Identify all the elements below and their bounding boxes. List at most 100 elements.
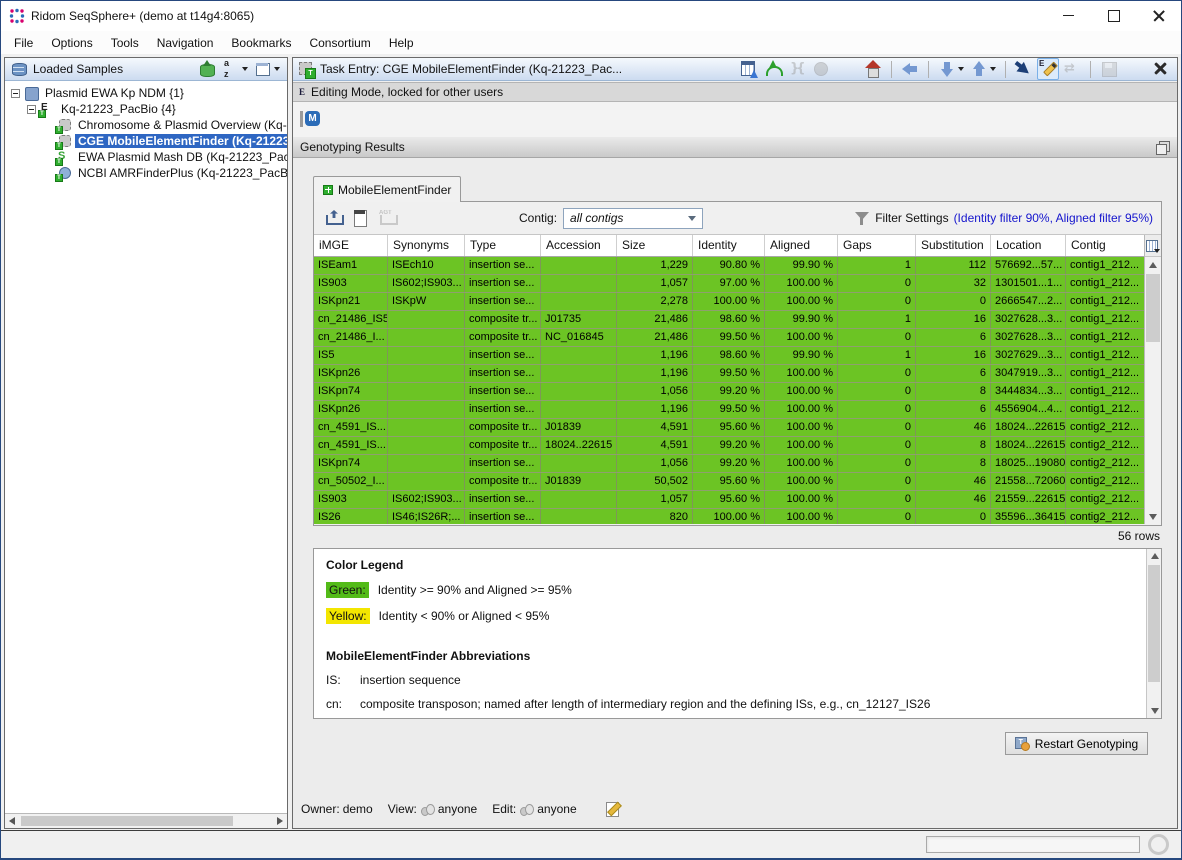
table-cell [388,311,465,328]
scroll-up-icon[interactable] [1145,258,1161,273]
table-row[interactable]: ISKpn26insertion se...1,19699.50 %100.00… [314,401,1144,419]
tree-horizontal-scrollbar[interactable] [5,813,287,828]
menu-tools[interactable]: Tools [102,34,148,52]
restart-genotyping-label: Restart Genotyping [1035,737,1138,751]
legend-vertical-scrollbar[interactable] [1146,549,1161,718]
minimize-button[interactable] [1046,1,1091,30]
sort-az-icon[interactable] [220,58,250,80]
down-arrow-icon[interactable] [936,58,966,80]
table-cell: 0 [916,509,991,524]
tree-item[interactable]: Plasmid EWA Kp NDM {1} [5,85,287,101]
edit-permissions-icon[interactable] [604,800,622,818]
table-cell: J01839 [541,419,617,436]
table-row[interactable]: ISKpn74insertion se...1,05699.20 %100.00… [314,455,1144,473]
home-icon[interactable] [862,58,884,80]
column-header-substitution[interactable]: Substitution [916,235,991,256]
column-header-imge[interactable]: iMGE [314,235,388,256]
goto-icon[interactable] [1013,58,1035,80]
filter-settings-label[interactable]: Filter Settings [875,211,948,225]
table-cell: composite tr... [465,437,541,454]
table-row[interactable]: cn_21486_I...composite tr...NC_01684521,… [314,329,1144,347]
filter-icon[interactable] [854,210,870,226]
export-icon[interactable] [322,207,344,229]
tree-item[interactable]: TChromosome & Plasmid Overview (Kq-2122 [5,117,287,133]
scroll-down-icon[interactable] [1145,509,1161,524]
table-cell: J01839 [541,473,617,490]
tree-item[interactable]: STEWA Plasmid Mash DB (Kq-21223_PacBio) [5,149,287,165]
column-chooser-button[interactable] [1145,235,1161,257]
progress-bar [926,836,1140,853]
dropdown-caret-icon[interactable] [990,67,996,71]
column-header-aligned[interactable]: Aligned [765,235,838,256]
maximize-button[interactable] [1091,1,1136,30]
menu-help[interactable]: Help [380,34,423,52]
table-cell: 576692...57... [991,257,1066,274]
table-vertical-scrollbar[interactable] [1144,235,1161,524]
legend-green-row: Green: Identity >= 90% and Aligned >= 95… [326,582,1149,598]
restart-genotyping-button[interactable]: Restart Genotyping [1005,732,1148,755]
column-header-identity[interactable]: Identity [693,235,765,256]
edit-mode-icon[interactable]: E [1037,58,1059,80]
menu-file[interactable]: File [5,34,42,52]
table-row[interactable]: IS26IS46;IS26R;...insertion se...820100.… [314,509,1144,524]
menu-bookmarks[interactable]: Bookmarks [222,34,300,52]
scroll-left-icon[interactable] [9,817,15,825]
column-header-synonyms[interactable]: Synonyms [388,235,465,256]
menu-navigation[interactable]: Navigation [148,34,223,52]
menu-options[interactable]: Options [42,34,101,52]
column-header-location[interactable]: Location [991,235,1066,256]
table-row[interactable]: cn_50502_I...composite tr...J0183950,502… [314,473,1144,491]
tree-item[interactable]: ETKq-21223_PacBio {4} [5,101,287,117]
back-icon[interactable] [899,58,921,80]
table-cell: 16 [916,347,991,364]
tree-item[interactable]: TCGE MobileElementFinder (Kq-21223 [5,133,287,149]
table-row[interactable]: cn_4591_IS...composite tr...J018394,5919… [314,419,1144,437]
filter-settings-link[interactable]: (Identity filter 90%, Aligned filter 95%… [954,211,1153,225]
table-row[interactable]: IS903IS602;IS903...insertion se...1,0579… [314,491,1144,509]
table-row[interactable]: IS5insertion se...1,19698.60 %99.90 %116… [314,347,1144,365]
detach-panel-icon[interactable] [1154,139,1170,155]
scroll-thumb[interactable] [21,816,233,826]
scroll-right-icon[interactable] [277,817,283,825]
tree-item[interactable]: TNCBI AMRFinderPlus (Kq-21223_PacBio) [5,165,287,181]
table-cell [388,401,465,418]
table-row[interactable]: ISEam1ISEch10insertion se...1,22990.80 %… [314,257,1144,275]
table-cell: 100.00 % [765,383,838,400]
table-row[interactable]: ISKpn74insertion se...1,05699.20 %100.00… [314,383,1144,401]
contig-select[interactable]: all contigs [563,208,703,229]
scroll-up-icon[interactable] [1147,549,1161,564]
menu-consortium[interactable]: Consortium [300,34,379,52]
scroll-thumb[interactable] [1148,565,1160,682]
tree-expander-icon[interactable] [27,105,36,114]
column-header-gaps[interactable]: Gaps [838,235,916,256]
scroll-down-icon[interactable] [1147,703,1161,718]
column-header-accession[interactable]: Accession [541,235,617,256]
close-button[interactable] [1136,1,1181,30]
rows-count: 56 rows [313,529,1162,543]
table-row[interactable]: IS903IS602;IS903...insertion se...1,0579… [314,275,1144,293]
scroll-thumb[interactable] [1146,274,1160,342]
collapse-all-icon[interactable] [252,58,282,80]
table-row[interactable]: cn_4591_IS...composite tr...18024..22615… [314,437,1144,455]
tree-expander-icon[interactable] [11,89,20,98]
tab-mobileelementfinder[interactable]: MobileElementFinder [313,176,461,202]
up-arrow-icon[interactable] [968,58,998,80]
close-icon[interactable] [1150,58,1172,80]
dropdown-caret-icon[interactable] [958,67,964,71]
column-header-contig[interactable]: Contig [1066,235,1146,256]
table-cell: 4556904...4... [991,401,1066,418]
export-table-icon[interactable] [738,58,760,80]
column-header-size[interactable]: Size [617,235,693,256]
dropdown-caret-icon[interactable] [242,67,248,71]
column-header-type[interactable]: Type [465,235,541,256]
table-row[interactable]: ISKpn21ISKpWinsertion se...2,278100.00 %… [314,293,1144,311]
copy-table-icon[interactable] [349,207,371,229]
table-row[interactable]: ISKpn26insertion se...1,19699.50 %100.00… [314,365,1144,383]
table-cell: insertion se... [465,455,541,472]
table-row[interactable]: cn_21486_IS5composite tr...J0173521,4869… [314,311,1144,329]
db-upload-icon[interactable] [196,58,218,80]
table-cell: 0 [838,437,916,454]
dropdown-caret-icon[interactable] [274,67,280,71]
table-cell: IS903 [314,491,388,508]
submit-icon[interactable] [762,58,784,80]
